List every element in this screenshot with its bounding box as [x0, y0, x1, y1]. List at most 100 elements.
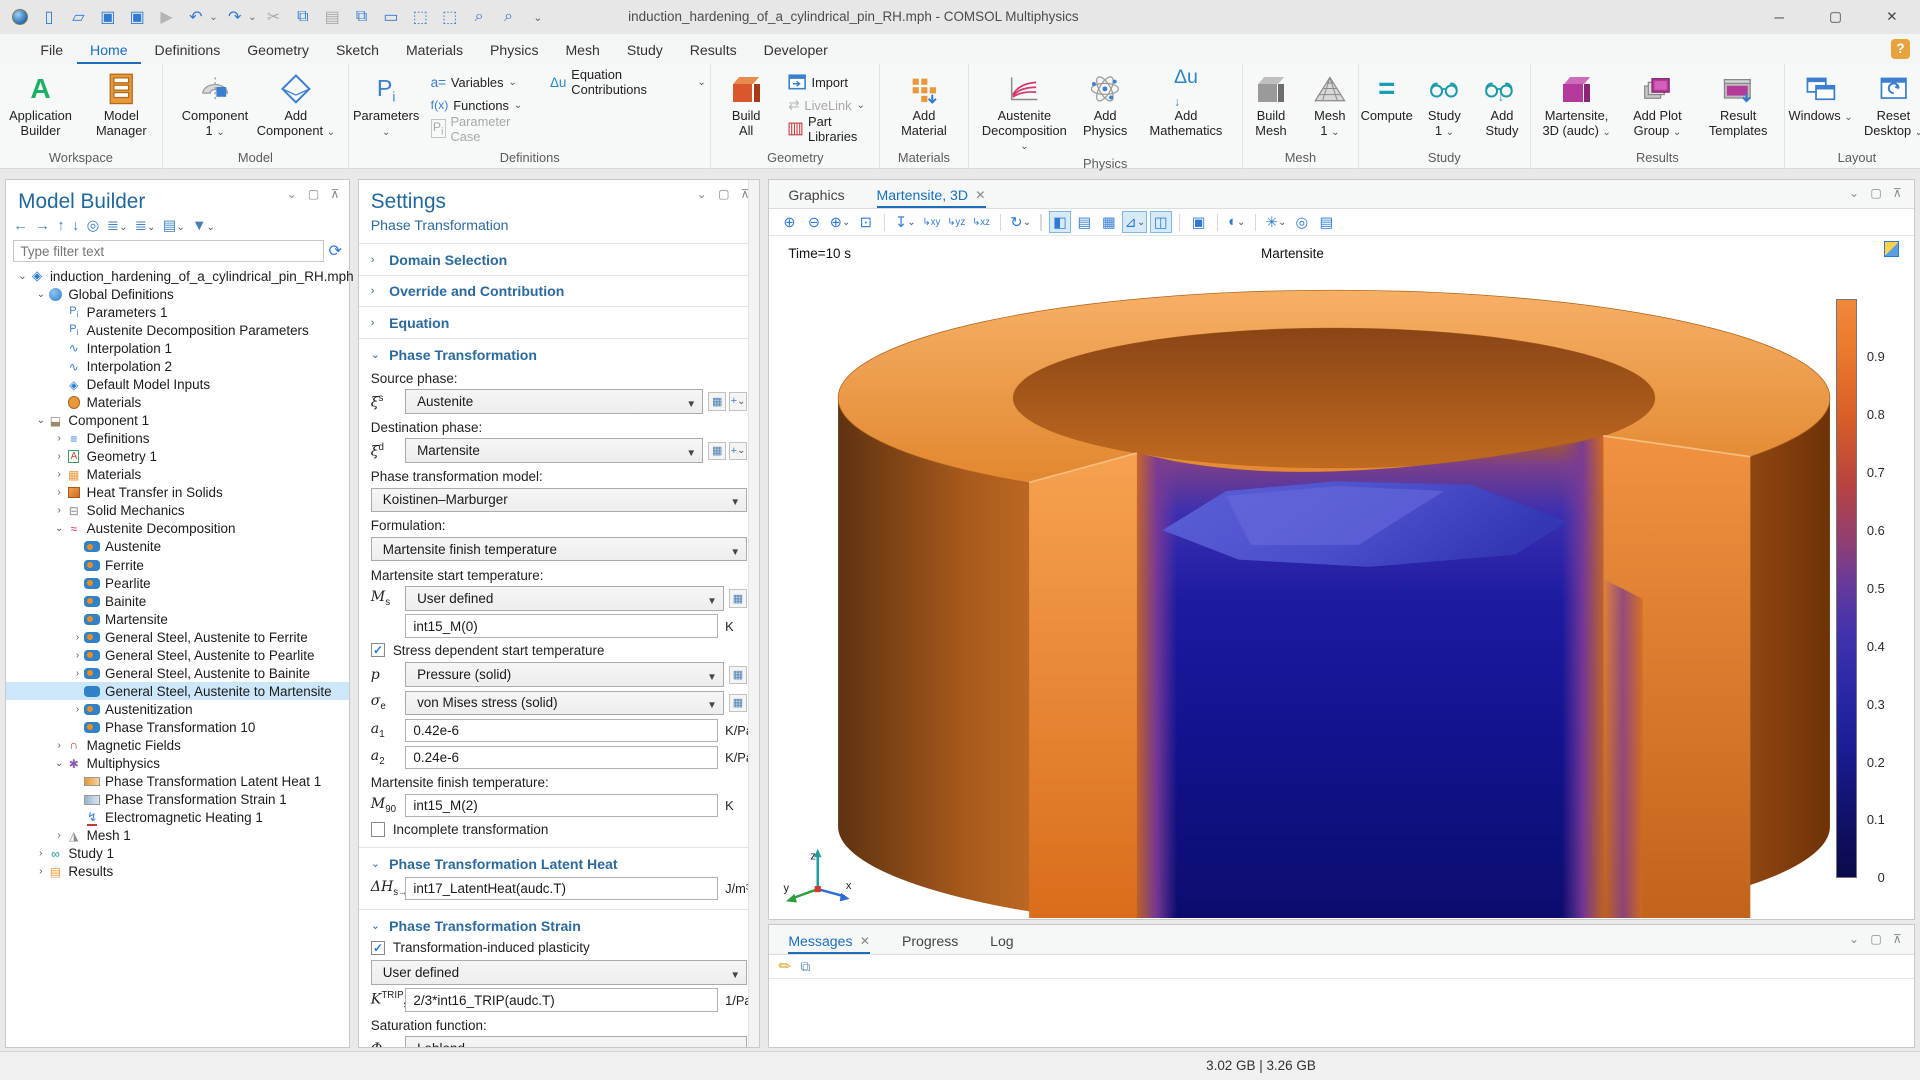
- filter-input[interactable]: [13, 240, 323, 262]
- run-icon[interactable]: ▶: [154, 6, 178, 28]
- zoom-extents-icon[interactable]: ⊡: [855, 211, 877, 233]
- add-icon[interactable]: +⌄: [729, 442, 747, 460]
- edit-list-icon[interactable]: ▦: [729, 589, 747, 607]
- tree-expander-icon[interactable]: ›: [71, 650, 84, 661]
- a1-input[interactable]: 0.42e-6: [405, 719, 718, 742]
- tree-item-study-1[interactable]: ›∞Study 1: [6, 845, 349, 863]
- tree-expander-icon[interactable]: ›: [52, 830, 65, 841]
- build-mesh-button[interactable]: BuildMesh: [1243, 67, 1299, 138]
- tree-expander-icon[interactable]: ›: [52, 487, 65, 498]
- formulation-select[interactable]: Martensite finish temperature▼: [371, 537, 747, 561]
- destination-phase-select[interactable]: Martensite▼: [405, 438, 703, 462]
- zoom-out-icon[interactable]: ⊖: [803, 211, 825, 233]
- tree-item-bainite[interactable]: Bainite: [6, 592, 349, 610]
- tree-item-materials[interactable]: Materials: [6, 394, 349, 412]
- open-file-icon[interactable]: ▱: [66, 6, 90, 28]
- tree-item-interpolation-1[interactable]: ∿Interpolation 1: [6, 339, 349, 357]
- equation-contributions-button[interactable]: ΔuEquation Contributions⌄: [545, 72, 710, 92]
- tree-expander-icon[interactable]: ›: [34, 866, 47, 877]
- tree-item-default-model-inputs[interactable]: ◈Default Model Inputs: [6, 376, 349, 394]
- undo-caret-icon[interactable]: ⌄: [209, 12, 217, 23]
- add-physics-button[interactable]: AddPhysics: [1066, 67, 1144, 138]
- find-icon[interactable]: ⌕: [467, 6, 491, 28]
- tree-item-induction-hardening-of-a-cylindrical-pin-rh-mph[interactable]: ⌄◈induction_hardening_of_a_cylindrical_p…: [6, 267, 349, 285]
- compute-button[interactable]: =Compute: [1359, 67, 1414, 123]
- search-icon[interactable]: ⌕: [496, 6, 520, 28]
- paste-icon[interactable]: ▤: [320, 6, 344, 28]
- import-button[interactable]: Import: [783, 72, 879, 92]
- result-templates-button[interactable]: ResultTemplates: [1699, 67, 1777, 138]
- add-component-button[interactable]: AddComponent ⌄: [257, 67, 335, 140]
- tree-item-magnetic-fields[interactable]: ›∩Magnetic Fields: [6, 736, 349, 754]
- stress-dependent-start-temperature-checkbox[interactable]: ✓Stress dependent start temperature: [371, 643, 747, 658]
- checkbox-icon[interactable]: [371, 822, 386, 837]
- add-material-button[interactable]: AddMaterial: [885, 67, 963, 138]
- messages-tab-messages[interactable]: Messages✕: [788, 933, 870, 954]
- panel-menu-icon[interactable]: ⌄: [697, 187, 707, 201]
- tree-item-geometry-1[interactable]: ›AGeometry 1: [6, 448, 349, 466]
- environment-icon[interactable]: ✳⌄: [1264, 211, 1289, 233]
- close-tab-icon[interactable]: ✕: [860, 934, 870, 948]
- martensite-3d-audc--button[interactable]: Martensite,3D (audc) ⌄: [1537, 67, 1615, 140]
- tree-expander-icon[interactable]: ›: [71, 704, 84, 715]
- menu-physics[interactable]: Physics: [477, 37, 552, 64]
- tree-expander-icon[interactable]: ⌄: [52, 523, 65, 534]
- back-icon[interactable]: ←: [13, 218, 28, 234]
- tree-item-austenite-decomposition[interactable]: ⌄≈Austenite Decomposition: [6, 520, 349, 538]
- tree-item-definitions[interactable]: ›≡Definitions: [6, 430, 349, 448]
- austenite-decomposition-button[interactable]: AusteniteDecomposition ⌄: [985, 67, 1063, 155]
- incomplete-transformation-checkbox[interactable]: Incomplete transformation: [371, 822, 747, 837]
- panel-pin-icon[interactable]: ⊼: [1893, 932, 1902, 946]
- print-icon[interactable]: ▤: [1315, 211, 1337, 233]
- edit-list-icon[interactable]: ▦: [729, 666, 747, 684]
- section-header[interactable]: ›Override and Contribution: [359, 282, 760, 302]
- tree-expander-icon[interactable]: ›: [52, 433, 65, 444]
- tree-expander-icon[interactable]: ⌄: [52, 758, 65, 769]
- tree-item-general-steel-austenite-to-bainite[interactable]: ›General Steel, Austenite to Bainite: [6, 664, 349, 682]
- tree-item-interpolation-2[interactable]: ∿Interpolation 2: [6, 357, 349, 375]
- panel-float-icon[interactable]: ▢: [718, 187, 730, 201]
- tree-expander-icon[interactable]: ⌄: [16, 271, 29, 282]
- parameters-button[interactable]: PiParameters ⌄: [349, 67, 423, 140]
- tree-item-austenitization[interactable]: ›Austenitization: [6, 700, 349, 718]
- tree-item-global-definitions[interactable]: ⌄Global Definitions: [6, 285, 349, 303]
- refresh-icon[interactable]: ⟳: [329, 241, 342, 261]
- mesh-1-button[interactable]: Mesh1 ⌄: [1302, 67, 1358, 140]
- reset-desktop-button[interactable]: ResetDesktop ⌄: [1858, 67, 1920, 140]
- pressure-select[interactable]: Pressure (solid)▼: [405, 662, 724, 686]
- maximize-button[interactable]: ▢: [1807, 0, 1863, 34]
- panel-pin-icon[interactable]: ⊼: [330, 187, 339, 201]
- graphics-tab-graphics[interactable]: Graphics: [788, 187, 844, 208]
- panel-menu-icon[interactable]: ⌄: [1849, 186, 1859, 200]
- zoom-in-icon[interactable]: ⊕: [779, 211, 801, 233]
- tree-expander-icon[interactable]: ›: [71, 632, 84, 643]
- menu-definitions[interactable]: Definitions: [141, 37, 234, 64]
- tree-expander-icon[interactable]: ⌄: [34, 415, 47, 426]
- phase-transformation-model-select[interactable]: Koistinen–Marburger▼: [371, 488, 747, 512]
- variables-button[interactable]: a=Variables⌄: [426, 72, 543, 92]
- application-builder-button[interactable]: AApplicationBuilder: [1, 67, 79, 138]
- tree-expander-icon[interactable]: ›: [52, 451, 65, 462]
- model-3d-view[interactable]: [783, 251, 1836, 918]
- add-plot-group-button[interactable]: Add PlotGroup ⌄: [1618, 67, 1696, 140]
- move-down-icon[interactable]: ↓: [72, 218, 79, 234]
- tree-expander-icon[interactable]: ›: [52, 505, 65, 516]
- add-study-button[interactable]: ↓AddStudy: [1474, 67, 1529, 138]
- copy-icon[interactable]: ⧉: [291, 6, 315, 28]
- tree-item-austenite-decomposition-parameters[interactable]: PiAustenite Decomposition Parameters: [6, 321, 349, 339]
- forward-icon[interactable]: →: [35, 218, 50, 234]
- split-view-icon[interactable]: ◫: [1150, 211, 1172, 233]
- tree-item-austenite[interactable]: Austenite: [6, 538, 349, 556]
- messages-tab-progress[interactable]: Progress: [902, 933, 958, 954]
- tree-expander-icon[interactable]: ›: [71, 668, 84, 679]
- close-tab-icon[interactable]: ✕: [975, 188, 985, 202]
- collapse-all-icon[interactable]: ≣⌄: [135, 217, 156, 234]
- lock-axis-icon[interactable]: ▣: [1188, 211, 1210, 233]
- saturation-function-select[interactable]: Leblond▼: [405, 1036, 747, 1048]
- component-1-button[interactable]: Component1 ⌄: [176, 67, 254, 140]
- martensite-start-temperature-select[interactable]: User defined▼: [405, 586, 724, 610]
- menu-study[interactable]: Study: [613, 37, 676, 64]
- comsol-logo-icon[interactable]: [7, 6, 31, 28]
- tree-item-general-steel-austenite-to-ferrite[interactable]: ›General Steel, Austenite to Ferrite: [6, 628, 349, 646]
- tree-item-component-1[interactable]: ⌄⬓Component 1: [6, 412, 349, 430]
